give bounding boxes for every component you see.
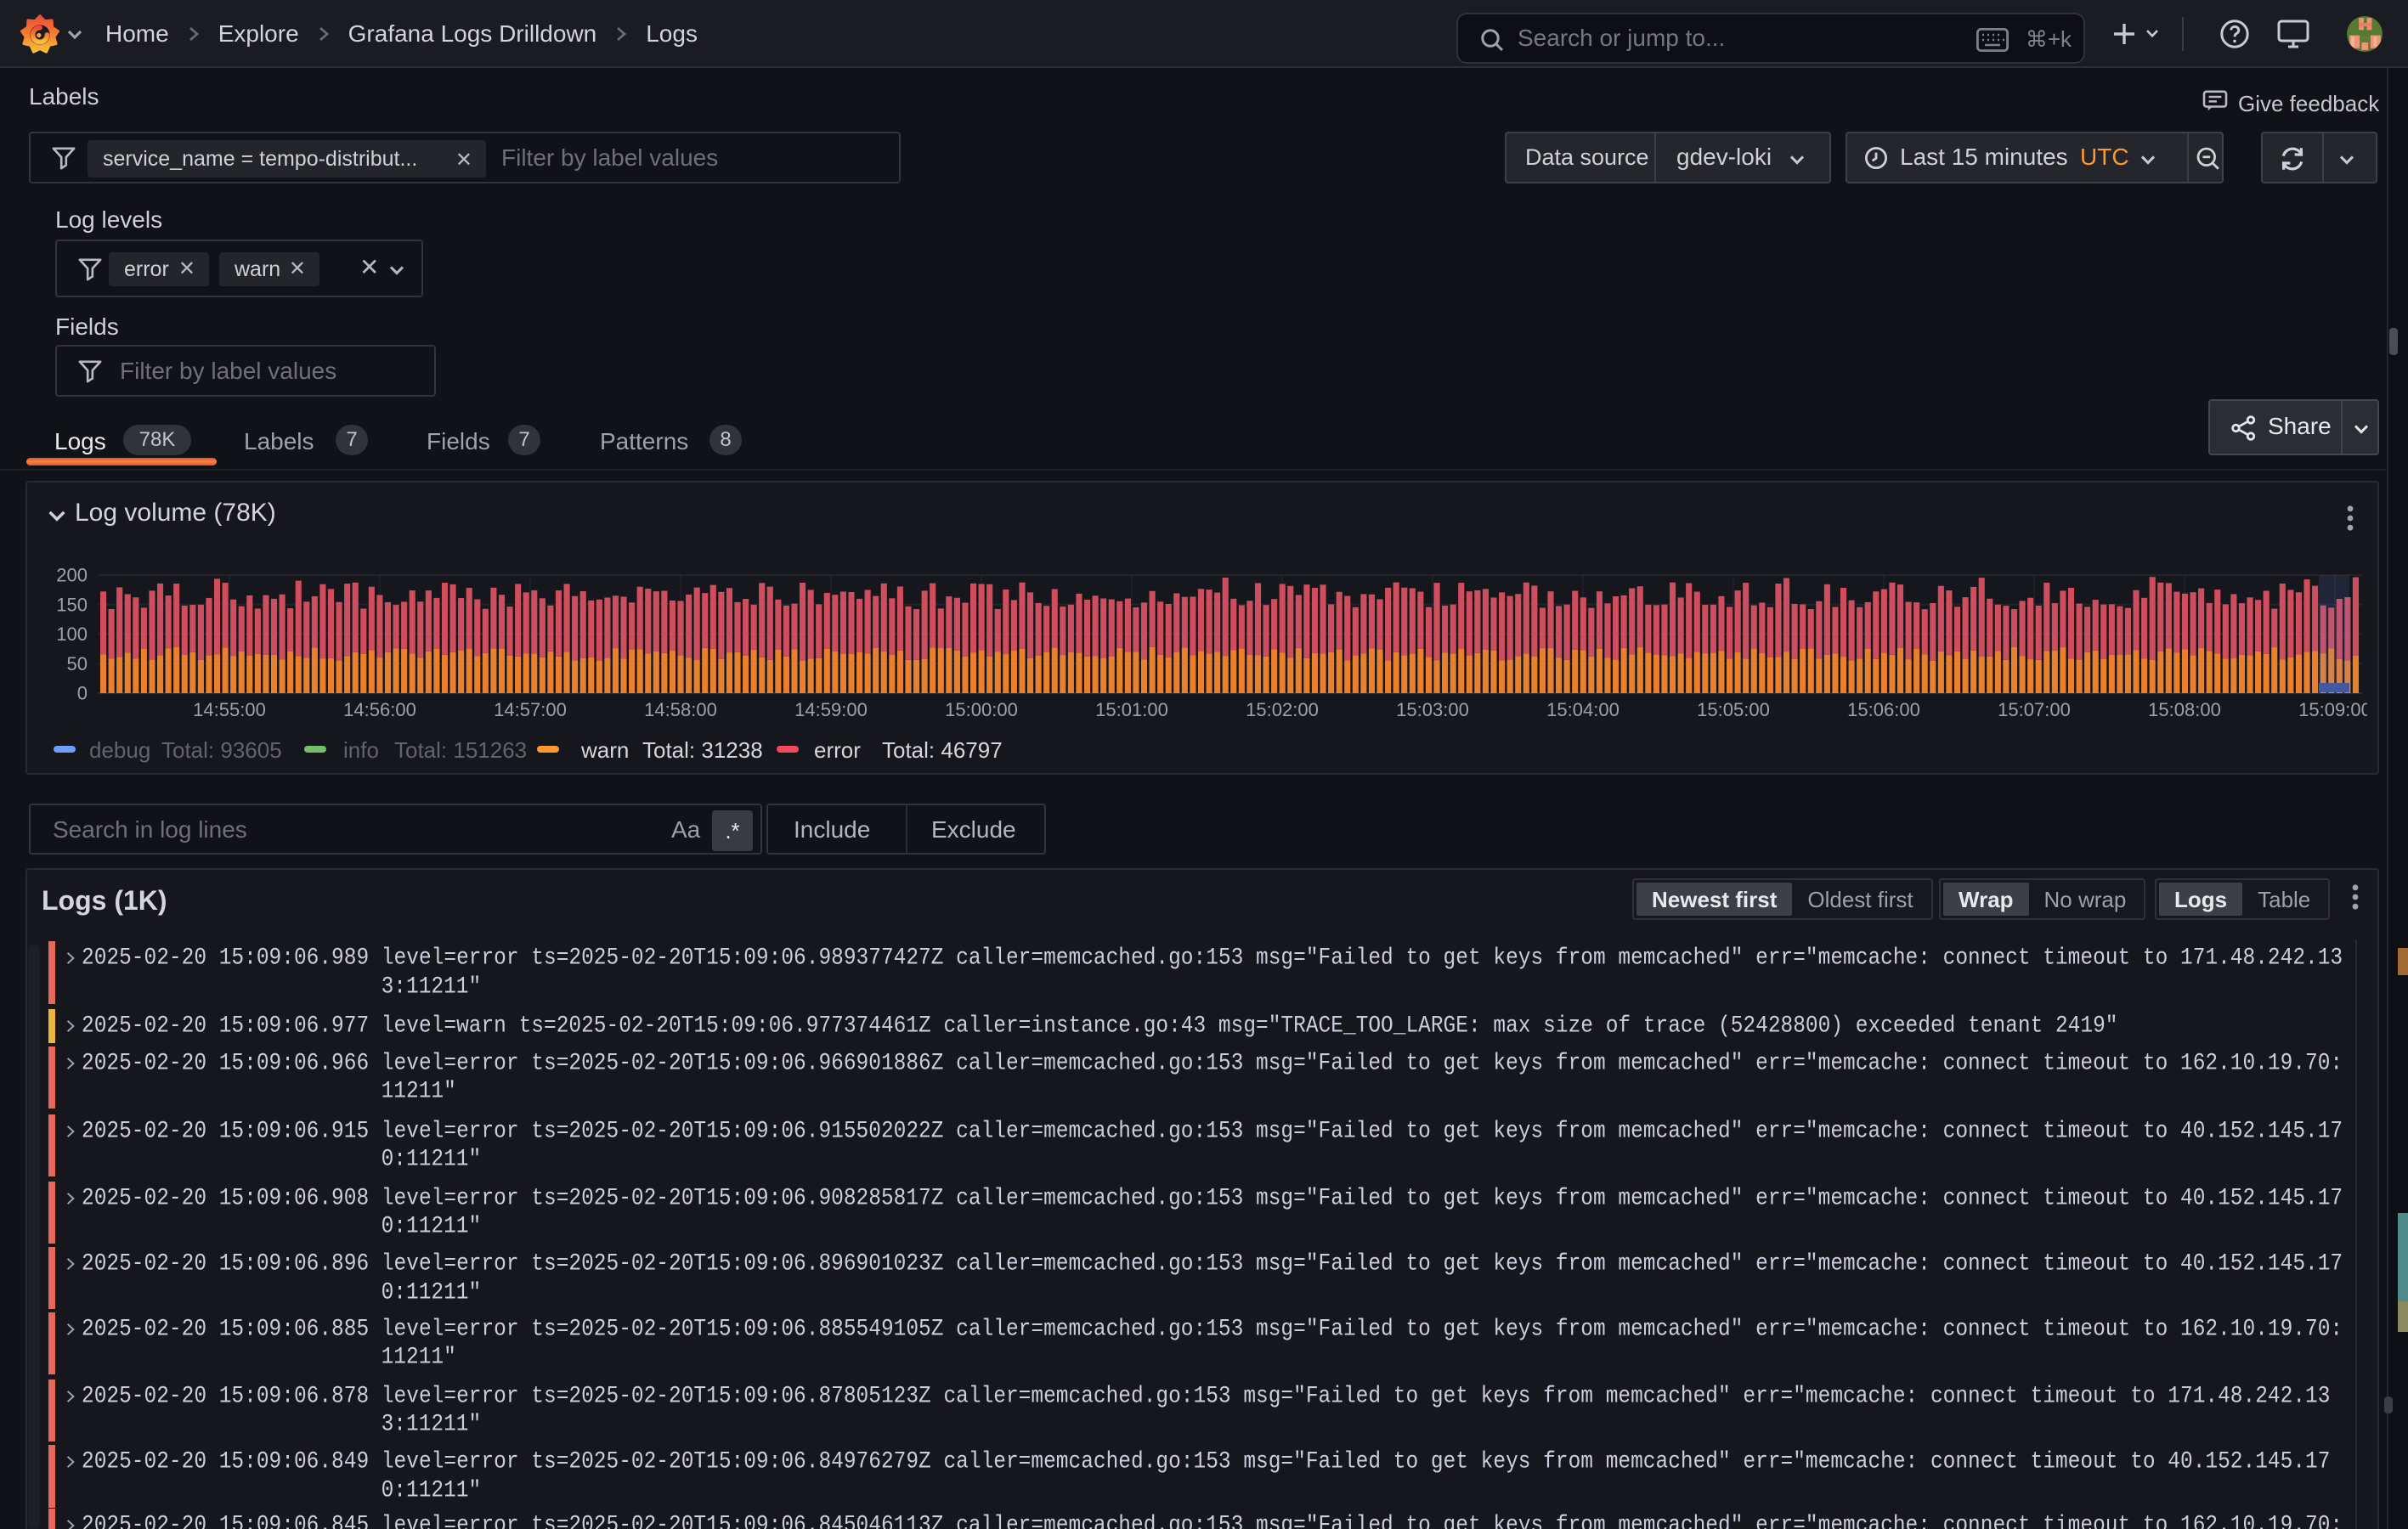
svg-text:15:07:00: 15:07:00	[1998, 699, 2071, 720]
svg-text:14:58:00: 14:58:00	[644, 699, 717, 720]
svg-text:15:02:00: 15:02:00	[1246, 699, 1319, 720]
svg-text:15:06:00: 15:06:00	[1847, 699, 1920, 720]
svg-text:15:03:00: 15:03:00	[1396, 699, 1469, 720]
svg-text:50: 50	[67, 653, 88, 674]
svg-text:14:57:00: 14:57:00	[494, 699, 567, 720]
svg-text:14:59:00: 14:59:00	[794, 699, 868, 720]
svg-text:150: 150	[56, 594, 88, 615]
svg-text:200: 200	[56, 565, 88, 586]
svg-text:14:55:00: 14:55:00	[193, 699, 266, 720]
svg-text:0: 0	[77, 683, 88, 704]
svg-text:15:01:00: 15:01:00	[1095, 699, 1168, 720]
svg-text:15:09:00: 15:09:00	[2298, 699, 2367, 720]
svg-text:15:04:00: 15:04:00	[1546, 699, 1619, 720]
svg-text:15:05:00: 15:05:00	[1697, 699, 1770, 720]
svg-text:15:00:00: 15:00:00	[945, 699, 1018, 720]
svg-text:14:56:00: 14:56:00	[343, 699, 416, 720]
svg-text:100: 100	[56, 623, 88, 645]
svg-text:15:08:00: 15:08:00	[2148, 699, 2221, 720]
